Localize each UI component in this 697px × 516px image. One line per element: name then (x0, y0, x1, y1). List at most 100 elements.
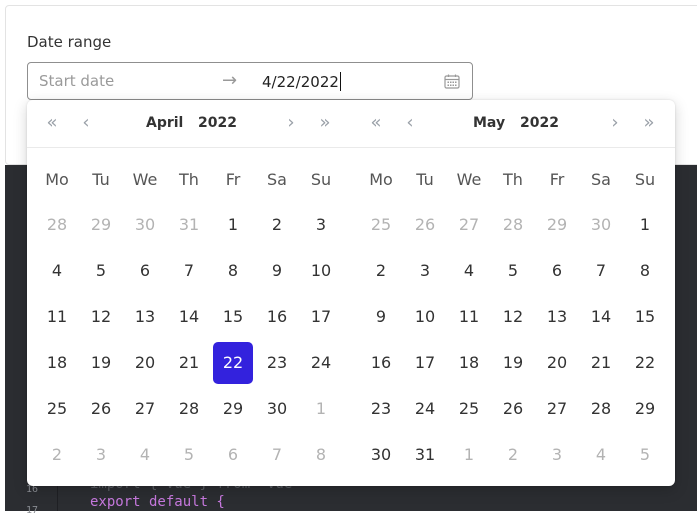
prev-month-button[interactable]: ‹ (399, 112, 421, 133)
day-cell[interactable]: 7 (581, 250, 621, 292)
day-cell[interactable]: 5 (625, 434, 665, 476)
day-cell[interactable]: 27 (125, 388, 165, 430)
day-cell[interactable]: 2 (493, 434, 533, 476)
start-date-input[interactable]: Start date (39, 72, 114, 90)
day-cell[interactable]: 26 (81, 388, 121, 430)
date-range-input[interactable]: Start date → 4/22/2022 (27, 62, 473, 100)
day-cell[interactable]: 8 (213, 250, 253, 292)
day-cell[interactable]: 6 (537, 250, 577, 292)
day-cell[interactable]: 17 (405, 342, 445, 384)
day-cell[interactable]: 27 (449, 204, 489, 246)
day-cell[interactable]: 4 (125, 434, 165, 476)
month-label[interactable]: May (473, 115, 505, 131)
day-cell[interactable]: 10 (405, 296, 445, 338)
month-label[interactable]: April (146, 115, 183, 131)
day-cell[interactable]: 20 (125, 342, 165, 384)
day-cell[interactable]: 27 (537, 388, 577, 430)
day-cell[interactable]: 5 (81, 250, 121, 292)
next-year-button[interactable]: » (638, 112, 660, 133)
day-cell[interactable]: 7 (169, 250, 209, 292)
day-cell[interactable]: 26 (493, 388, 533, 430)
day-cell[interactable]: 30 (257, 388, 297, 430)
day-cell[interactable]: 19 (493, 342, 533, 384)
day-cell[interactable]: 31 (405, 434, 445, 476)
day-cell[interactable]: 11 (37, 296, 77, 338)
day-cell[interactable]: 2 (37, 434, 77, 476)
day-cell[interactable]: 29 (537, 204, 577, 246)
day-cell[interactable]: 21 (581, 342, 621, 384)
day-cell-selected[interactable]: 22 (213, 342, 253, 384)
next-month-button[interactable]: › (604, 112, 626, 133)
prev-year-button[interactable]: « (365, 112, 387, 133)
day-cell[interactable]: 22 (625, 342, 665, 384)
day-cell[interactable]: 25 (361, 204, 401, 246)
day-cell[interactable]: 12 (493, 296, 533, 338)
day-cell[interactable]: 4 (449, 250, 489, 292)
day-cell[interactable]: 18 (449, 342, 489, 384)
day-cell[interactable]: 11 (449, 296, 489, 338)
day-cell[interactable]: 16 (361, 342, 401, 384)
day-cell[interactable]: 13 (537, 296, 577, 338)
end-date-input[interactable]: 4/22/2022 (262, 72, 341, 91)
day-cell[interactable]: 12 (81, 296, 121, 338)
day-cell[interactable]: 28 (169, 388, 209, 430)
day-cell[interactable]: 29 (81, 204, 121, 246)
day-cell[interactable]: 3 (301, 204, 341, 246)
day-cell[interactable]: 21 (169, 342, 209, 384)
calendar-icon[interactable] (444, 74, 460, 89)
prev-month-button[interactable]: ‹ (75, 112, 97, 133)
next-year-button[interactable]: » (314, 112, 336, 133)
day-cell[interactable]: 30 (361, 434, 401, 476)
next-month-button[interactable]: › (280, 112, 302, 133)
day-cell[interactable]: 25 (449, 388, 489, 430)
day-cell[interactable]: 3 (81, 434, 121, 476)
year-label[interactable]: 2022 (198, 115, 237, 131)
day-cell[interactable]: 23 (257, 342, 297, 384)
day-cell[interactable]: 5 (493, 250, 533, 292)
day-cell[interactable]: 10 (301, 250, 341, 292)
day-cell[interactable]: 15 (213, 296, 253, 338)
day-cell[interactable]: 8 (625, 250, 665, 292)
day-cell[interactable]: 24 (405, 388, 445, 430)
day-cell[interactable]: 28 (493, 204, 533, 246)
day-cell[interactable]: 24 (301, 342, 341, 384)
day-cell[interactable]: 20 (537, 342, 577, 384)
day-cell[interactable]: 6 (213, 434, 253, 476)
day-cell[interactable]: 19 (81, 342, 121, 384)
day-cell[interactable]: 29 (213, 388, 253, 430)
day-cell[interactable]: 7 (257, 434, 297, 476)
day-cell[interactable]: 26 (405, 204, 445, 246)
day-cell[interactable]: 9 (257, 250, 297, 292)
year-label[interactable]: 2022 (520, 115, 559, 131)
day-cell[interactable]: 8 (301, 434, 341, 476)
day-cell[interactable]: 9 (361, 296, 401, 338)
day-cell[interactable]: 15 (625, 296, 665, 338)
day-cell[interactable]: 17 (301, 296, 341, 338)
day-cell[interactable]: 28 (37, 204, 77, 246)
day-cell[interactable]: 2 (361, 250, 401, 292)
day-cell[interactable]: 16 (257, 296, 297, 338)
day-cell[interactable]: 23 (361, 388, 401, 430)
day-cell[interactable]: 4 (37, 250, 77, 292)
day-cell[interactable]: 29 (625, 388, 665, 430)
day-cell[interactable]: 2 (257, 204, 297, 246)
day-cell[interactable]: 13 (125, 296, 165, 338)
day-cell[interactable]: 1 (213, 204, 253, 246)
prev-year-button[interactable]: « (41, 112, 63, 133)
day-cell[interactable]: 3 (405, 250, 445, 292)
day-cell[interactable]: 28 (581, 388, 621, 430)
day-cell[interactable]: 1 (301, 388, 341, 430)
day-cell[interactable]: 25 (37, 388, 77, 430)
day-cell[interactable]: 1 (625, 204, 665, 246)
day-cell[interactable]: 3 (537, 434, 577, 476)
day-cell[interactable]: 14 (169, 296, 209, 338)
day-cell[interactable]: 14 (581, 296, 621, 338)
day-cell[interactable]: 4 (581, 434, 621, 476)
day-cell[interactable]: 31 (169, 204, 209, 246)
day-cell[interactable]: 18 (37, 342, 77, 384)
day-cell[interactable]: 6 (125, 250, 165, 292)
day-cell[interactable]: 30 (581, 204, 621, 246)
day-cell[interactable]: 1 (449, 434, 489, 476)
day-cell[interactable]: 30 (125, 204, 165, 246)
day-cell[interactable]: 5 (169, 434, 209, 476)
